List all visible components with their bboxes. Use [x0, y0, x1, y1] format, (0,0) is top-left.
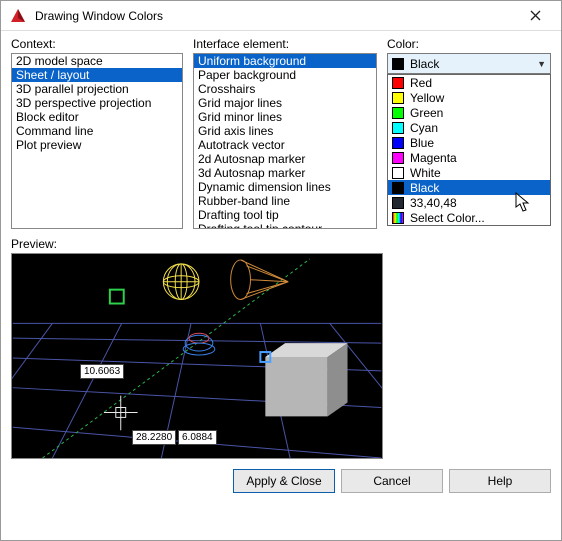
color-select-current[interactable]: Black ▼ — [387, 53, 551, 74]
color-current-name: Black — [410, 57, 537, 71]
autocad-logo-icon — [9, 7, 27, 25]
button-row: Apply & Close Cancel Help — [11, 469, 551, 493]
interface-item[interactable]: Autotrack vector — [194, 138, 376, 152]
color-option-name: Cyan — [410, 121, 438, 135]
dialog-body: Context: 2D model spaceSheet / layout3D … — [1, 31, 561, 540]
preview-section: Preview: — [11, 237, 551, 459]
interface-item[interactable]: 2d Autosnap marker — [194, 152, 376, 166]
context-label: Context: — [11, 37, 183, 51]
color-option[interactable]: Select Color... — [388, 210, 550, 225]
preview-tooltip-b: 28.2280 — [132, 430, 176, 445]
preview-tooltip-c: 6.0884 — [178, 430, 217, 445]
color-option[interactable]: Green — [388, 105, 550, 120]
color-label: Color: — [387, 37, 551, 51]
interface-item[interactable]: Uniform background — [194, 54, 376, 68]
context-item[interactable]: Block editor — [12, 110, 182, 124]
color-swatch-icon — [392, 92, 404, 104]
interface-item[interactable]: Crosshairs — [194, 82, 376, 96]
color-swatch-icon — [392, 122, 404, 134]
interface-item[interactable]: Paper background — [194, 68, 376, 82]
color-option-name: Select Color... — [410, 211, 485, 225]
color-column: Color: Black ▼ RedYellowGreenCyanBlueMag… — [387, 37, 551, 229]
context-column: Context: 2D model spaceSheet / layout3D … — [11, 37, 183, 229]
color-option-name: 33,40,48 — [410, 196, 457, 210]
interface-item[interactable]: Drafting tool tip — [194, 208, 376, 222]
close-icon — [530, 10, 541, 21]
color-swatch-icon — [392, 77, 404, 89]
color-option[interactable]: Magenta — [388, 150, 550, 165]
interface-item[interactable]: Rubber-band line — [194, 194, 376, 208]
interface-item[interactable]: 3d Autosnap marker — [194, 166, 376, 180]
close-button[interactable] — [515, 2, 555, 30]
context-item[interactable]: Plot preview — [12, 138, 182, 152]
color-option-name: White — [410, 166, 441, 180]
window-title: Drawing Window Colors — [35, 9, 515, 23]
color-swatch-icon — [392, 212, 404, 224]
color-option[interactable]: Red — [388, 75, 550, 90]
interface-column: Interface element: Uniform backgroundPap… — [193, 37, 377, 229]
interface-listbox[interactable]: Uniform backgroundPaper backgroundCrossh… — [193, 53, 377, 229]
color-option-name: Magenta — [410, 151, 457, 165]
help-button[interactable]: Help — [449, 469, 551, 493]
context-item[interactable]: 3D parallel projection — [12, 82, 182, 96]
color-option-name: Red — [410, 76, 432, 90]
interface-item[interactable]: Dynamic dimension lines — [194, 180, 376, 194]
color-swatch-icon — [392, 167, 404, 179]
interface-label: Interface element: — [193, 37, 377, 51]
context-listbox[interactable]: 2D model spaceSheet / layout3D parallel … — [11, 53, 183, 229]
interface-item[interactable]: Drafting tool tip contour — [194, 222, 376, 229]
dialog-window: Drawing Window Colors Context: 2D model … — [0, 0, 562, 541]
color-swatch-icon — [392, 182, 404, 194]
color-swatch-icon — [392, 107, 404, 119]
color-swatch-icon — [392, 197, 404, 209]
color-swatch-icon — [392, 152, 404, 164]
context-item[interactable]: 3D perspective projection — [12, 96, 182, 110]
color-option[interactable]: Blue — [388, 135, 550, 150]
color-swatch-icon — [392, 137, 404, 149]
color-option[interactable]: Black — [388, 180, 550, 195]
interface-item[interactable]: Grid major lines — [194, 96, 376, 110]
color-option[interactable]: 33,40,48 — [388, 195, 550, 210]
context-item[interactable]: Sheet / layout — [12, 68, 182, 82]
preview-svg — [12, 254, 382, 458]
color-option[interactable]: Cyan — [388, 120, 550, 135]
columns: Context: 2D model spaceSheet / layout3D … — [11, 37, 551, 229]
color-option-name: Yellow — [410, 91, 444, 105]
color-option[interactable]: White — [388, 165, 550, 180]
interface-item[interactable]: Grid axis lines — [194, 124, 376, 138]
preview-label: Preview: — [11, 237, 551, 251]
context-item[interactable]: Command line — [12, 124, 182, 138]
context-item[interactable]: 2D model space — [12, 54, 182, 68]
cancel-button[interactable]: Cancel — [341, 469, 443, 493]
color-option[interactable]: Yellow — [388, 90, 550, 105]
titlebar: Drawing Window Colors — [1, 1, 561, 31]
color-swatch-icon — [392, 58, 404, 70]
preview-tooltip-a: 10.6063 — [80, 364, 124, 379]
color-option-name: Blue — [410, 136, 434, 150]
color-dropdown[interactable]: RedYellowGreenCyanBlueMagentaWhiteBlack3… — [387, 74, 551, 226]
chevron-down-icon: ▼ — [537, 59, 546, 69]
color-select[interactable]: Black ▼ RedYellowGreenCyanBlueMagentaWhi… — [387, 53, 551, 74]
color-option-name: Black — [410, 181, 439, 195]
preview-canvas: 10.6063 28.2280 6.0884 — [11, 253, 383, 459]
apply-close-button[interactable]: Apply & Close — [233, 469, 335, 493]
color-option-name: Green — [410, 106, 443, 120]
interface-item[interactable]: Grid minor lines — [194, 110, 376, 124]
preview-cube-icon — [265, 343, 347, 416]
